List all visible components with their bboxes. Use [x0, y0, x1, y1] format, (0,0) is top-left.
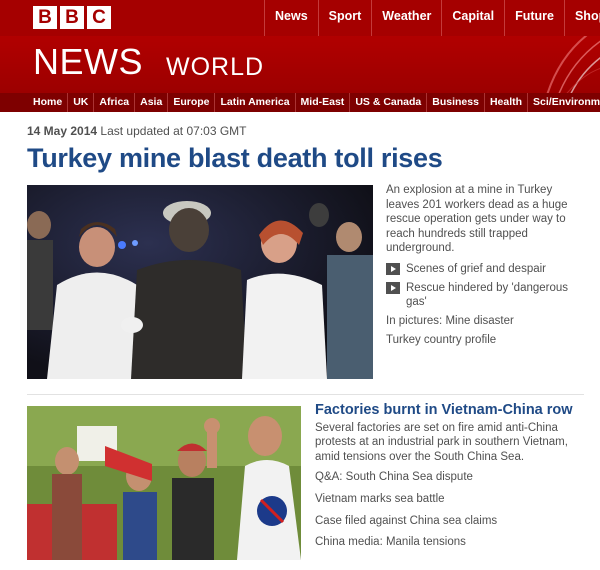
- last-updated-text: Last updated at 07:03 GMT: [100, 124, 247, 138]
- second-story-summary: Several factories are set on fire amid a…: [315, 421, 568, 463]
- second-story-headline[interactable]: Factories burnt in Vietnam-China row: [315, 403, 590, 418]
- top-nav-capital[interactable]: Capital: [441, 0, 504, 36]
- top-nav-weather[interactable]: Weather: [371, 0, 441, 36]
- banner-news-title[interactable]: NEWS: [33, 41, 143, 83]
- top-nav-future[interactable]: Future: [504, 0, 564, 36]
- video-play-icon: [386, 262, 400, 275]
- top-nav-sport[interactable]: Sport: [317, 0, 372, 36]
- story-divider: [27, 394, 584, 395]
- story-link[interactable]: In pictures: Mine disaster: [386, 314, 584, 329]
- section-nav-latin-america[interactable]: Latin America: [214, 93, 294, 112]
- section-nav-home[interactable]: Home: [0, 93, 67, 112]
- story-link[interactable]: Q&A: South China Sea dispute: [315, 470, 590, 485]
- top-nav-shop[interactable]: Shop: [563, 0, 600, 36]
- section-nav-us-canada[interactable]: US & Canada: [349, 93, 426, 112]
- video-link[interactable]: Scenes of grief and despair: [386, 262, 584, 277]
- section-nav: Home UK Africa Asia Europe Latin America…: [0, 93, 600, 112]
- section-nav-sci-environment[interactable]: Sci/Environment: [527, 93, 600, 112]
- top-nav: News Sport Weather Capital Future Shop: [264, 0, 600, 36]
- section-nav-uk[interactable]: UK: [67, 93, 93, 112]
- bbc-logo[interactable]: B B C: [33, 6, 111, 29]
- second-story-image[interactable]: [27, 406, 301, 560]
- section-nav-mid-east[interactable]: Mid-East: [294, 93, 350, 112]
- video-link[interactable]: Rescue hindered by 'dangerous gas': [386, 281, 584, 310]
- protest-photo: [27, 406, 301, 560]
- mine-rescue-photo: [27, 185, 373, 379]
- video-link-label[interactable]: Scenes of grief and despair: [406, 262, 546, 277]
- date-text: 14 May 2014: [27, 124, 98, 138]
- section-nav-health[interactable]: Health: [483, 93, 527, 112]
- banner-swirl-graphic: [546, 36, 600, 93]
- video-play-icon: [386, 281, 400, 294]
- main-story-summary: An explosion at a mine in Turkey leaves …: [386, 184, 568, 255]
- story-link[interactable]: China media: Manila tensions: [315, 535, 590, 550]
- video-link-label[interactable]: Rescue hindered by 'dangerous gas': [406, 281, 584, 310]
- news-banner: NEWS WORLD: [0, 36, 600, 93]
- story-link[interactable]: Turkey country profile: [386, 333, 584, 348]
- section-nav-business[interactable]: Business: [426, 93, 484, 112]
- date-line: 14 May 2014 Last updated at 07:03 GMT: [27, 124, 247, 138]
- main-story-side: An explosion at a mine in Turkey leaves …: [386, 183, 584, 353]
- main-headline[interactable]: Turkey mine blast death toll rises: [27, 143, 443, 174]
- story-link[interactable]: Vietnam marks sea battle: [315, 492, 590, 507]
- section-nav-europe[interactable]: Europe: [167, 93, 214, 112]
- bbc-logo-letter: B: [33, 6, 57, 29]
- second-story-side: Factories burnt in Vietnam-China row Sev…: [315, 403, 590, 557]
- bbc-logo-letter: B: [60, 6, 84, 29]
- top-bar: B B C News Sport Weather Capital Future …: [0, 0, 600, 36]
- main-story-image[interactable]: [27, 185, 373, 379]
- bbc-logo-letter: C: [87, 6, 111, 29]
- banner-section-title: WORLD: [166, 53, 265, 81]
- top-nav-news[interactable]: News: [264, 0, 318, 36]
- story-link[interactable]: Case filed against China sea claims: [315, 514, 590, 529]
- section-nav-africa[interactable]: Africa: [93, 93, 134, 112]
- section-nav-asia[interactable]: Asia: [134, 93, 167, 112]
